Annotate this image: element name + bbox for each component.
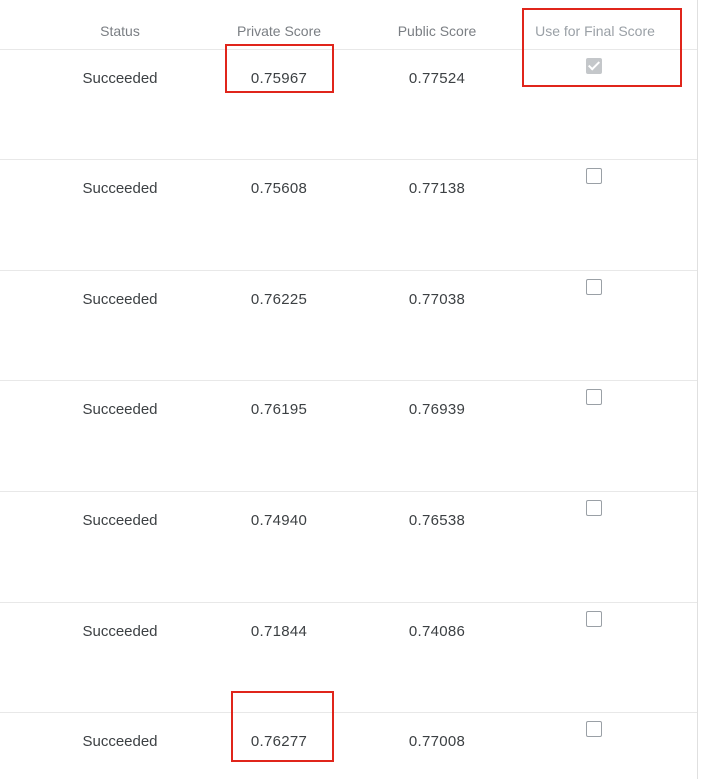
status-cell: Succeeded — [82, 733, 158, 750]
public-score-cell: 0.74086 — [408, 623, 466, 640]
public-score-cell: 0.77524 — [408, 70, 466, 87]
private-score-cell: 0.75608 — [250, 180, 308, 197]
column-header-public-score[interactable]: Public Score — [398, 23, 477, 39]
table-row: Succeeded 0.76195 0.76939 — [0, 381, 698, 492]
column-header-private-score[interactable]: Private Score — [237, 23, 321, 39]
table-row: Succeeded 0.71844 0.74086 — [0, 603, 698, 713]
highlight-box-use-for-final-score — [522, 8, 682, 87]
status-cell: Succeeded — [82, 180, 158, 197]
submissions-table: Status Private Score Public Score Use fo… — [0, 0, 698, 779]
public-score-cell: 0.76538 — [408, 512, 466, 529]
highlight-box-private-score-row-1 — [225, 44, 334, 93]
public-score-cell: 0.77138 — [408, 180, 466, 197]
use-for-final-score-checkbox[interactable] — [586, 611, 602, 627]
table-right-border — [697, 0, 698, 779]
use-for-final-score-checkbox[interactable] — [586, 721, 602, 737]
use-for-final-score-checkbox[interactable] — [586, 279, 602, 295]
status-cell: Succeeded — [82, 512, 158, 529]
use-for-final-score-checkbox[interactable] — [586, 168, 602, 184]
column-header-status[interactable]: Status — [100, 23, 140, 39]
public-score-cell: 0.76939 — [408, 401, 466, 418]
status-cell: Succeeded — [82, 401, 158, 418]
private-score-cell: 0.76225 — [250, 291, 308, 308]
table-row: Succeeded 0.75608 0.77138 — [0, 160, 698, 271]
private-score-cell: 0.74940 — [250, 512, 308, 529]
private-score-cell: 0.76195 — [250, 401, 308, 418]
status-cell: Succeeded — [82, 70, 158, 87]
table-row: Succeeded 0.74940 0.76538 — [0, 492, 698, 603]
public-score-cell: 0.77008 — [408, 733, 466, 750]
table-row: Succeeded 0.76225 0.77038 — [0, 271, 698, 381]
highlight-box-private-score-row-7 — [231, 691, 334, 762]
public-score-cell: 0.77038 — [408, 291, 466, 308]
use-for-final-score-checkbox[interactable] — [586, 389, 602, 405]
use-for-final-score-checkbox[interactable] — [586, 500, 602, 516]
status-cell: Succeeded — [82, 291, 158, 308]
table-row: Succeeded 0.76277 0.77008 — [0, 713, 698, 779]
private-score-cell: 0.71844 — [250, 623, 308, 640]
status-cell: Succeeded — [82, 623, 158, 640]
